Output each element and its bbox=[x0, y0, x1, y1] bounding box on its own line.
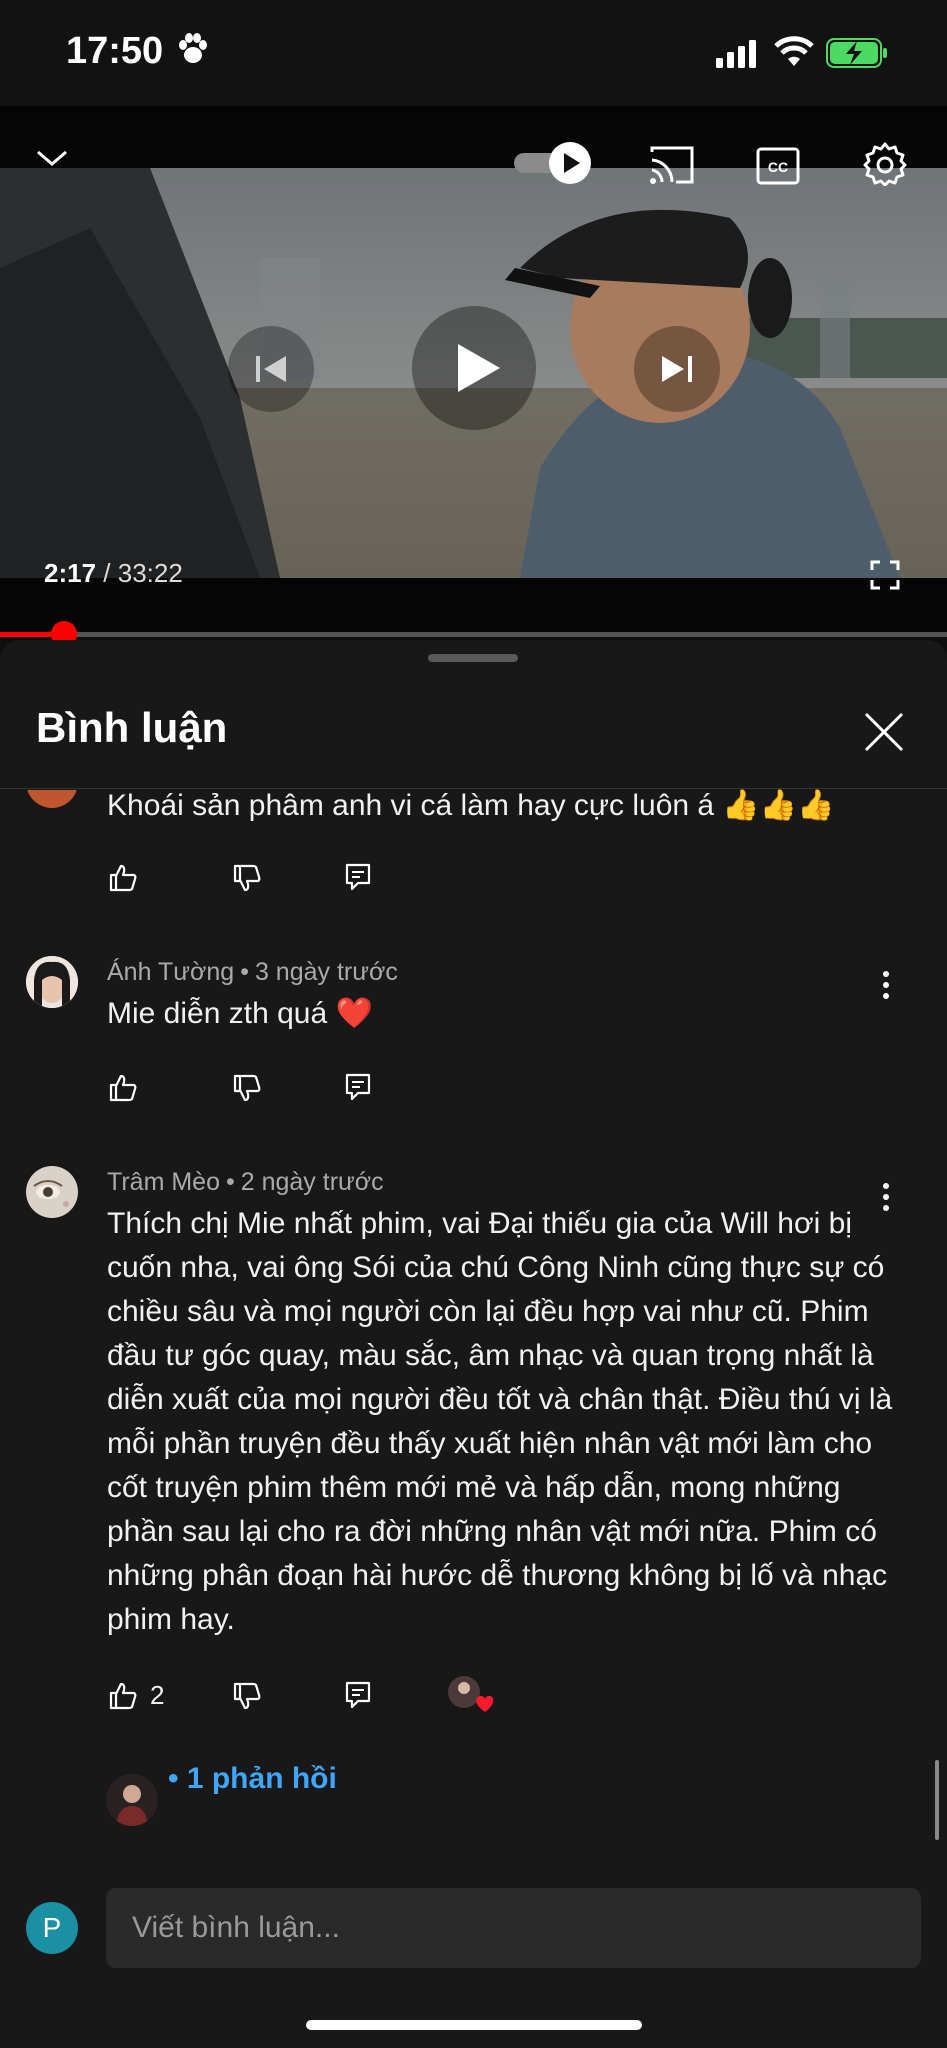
like-icon[interactable] bbox=[108, 1680, 138, 1710]
like-icon[interactable] bbox=[108, 862, 138, 892]
drag-handle[interactable] bbox=[428, 654, 518, 662]
more-options-icon[interactable] bbox=[880, 968, 892, 1002]
total-time: 33:22 bbox=[117, 558, 183, 588]
paw-icon bbox=[179, 33, 207, 63]
scrollbar[interactable] bbox=[935, 1760, 939, 1840]
more-options-icon[interactable] bbox=[880, 1180, 892, 1214]
svg-text:CC: CC bbox=[768, 159, 788, 175]
status-bar: 17:50 bbox=[0, 0, 947, 106]
video-player[interactable]: CC 2:17 / 33:22 bbox=[0, 106, 947, 636]
creator-heart-icon bbox=[448, 1676, 494, 1712]
wifi-icon bbox=[774, 36, 814, 66]
autoplay-play-icon bbox=[514, 142, 591, 184]
status-time: 17:50 bbox=[66, 30, 164, 72]
reply-icon[interactable] bbox=[344, 1072, 372, 1102]
progress-track[interactable] bbox=[0, 632, 947, 637]
close-icon[interactable] bbox=[862, 710, 906, 754]
avatar[interactable] bbox=[26, 956, 78, 1008]
time-separator: / bbox=[103, 558, 111, 588]
comment-meta: Ánh Tường • 3 ngày trước bbox=[107, 958, 398, 986]
comment-author[interactable]: Trâm Mèo bbox=[107, 1168, 220, 1196]
comment-text: Thích chị Mie nhất phim, vai Đại thiếu g… bbox=[107, 1207, 893, 1636]
battery-charging-icon bbox=[826, 38, 887, 68]
dislike-icon[interactable] bbox=[232, 1074, 262, 1104]
cellular-signal-icon bbox=[716, 40, 756, 68]
settings-gear-icon[interactable] bbox=[862, 140, 908, 186]
comment-time: 3 ngày trước bbox=[254, 958, 398, 986]
current-time: 2:17 bbox=[44, 558, 97, 588]
avatar-image bbox=[106, 1774, 158, 1826]
captions-icon[interactable]: CC bbox=[756, 146, 800, 186]
cast-icon[interactable] bbox=[648, 146, 696, 186]
reply-icon[interactable] bbox=[344, 862, 372, 892]
playback-time: 2:17 / 33:22 bbox=[44, 558, 183, 589]
view-replies-link[interactable]: • 1 phản hồi bbox=[168, 1762, 337, 1796]
comments-sheet: Bình luận Khoái sản phâm anh vi cá làm h… bbox=[0, 640, 947, 2048]
autoplay-toggle[interactable] bbox=[512, 140, 594, 186]
previous-icon bbox=[256, 356, 286, 382]
like-count: 2 bbox=[150, 1680, 165, 1710]
comment-text: Mie diễn zth quá ❤️ bbox=[107, 997, 373, 1030]
avatar-image bbox=[26, 956, 78, 1008]
dislike-icon[interactable] bbox=[232, 1682, 262, 1712]
comment-input[interactable] bbox=[106, 1888, 921, 1968]
reply-icon[interactable] bbox=[344, 1680, 372, 1710]
comment-author[interactable]: Ánh Tường bbox=[107, 958, 234, 986]
avatar[interactable] bbox=[26, 1166, 78, 1218]
fullscreen-icon[interactable] bbox=[870, 560, 900, 590]
collapse-chevron-icon[interactable] bbox=[34, 146, 70, 170]
like-icon[interactable] bbox=[108, 1072, 138, 1102]
play-button[interactable] bbox=[412, 306, 536, 430]
next-icon bbox=[662, 356, 692, 382]
comments-title: Bình luận bbox=[36, 704, 228, 751]
next-button[interactable] bbox=[634, 326, 720, 412]
home-indicator[interactable] bbox=[306, 2020, 642, 2030]
play-icon bbox=[458, 344, 500, 392]
user-avatar[interactable]: P bbox=[26, 1902, 78, 1954]
dislike-icon[interactable] bbox=[232, 864, 262, 894]
reply-avatar[interactable] bbox=[106, 1774, 158, 1826]
comment-meta: Trâm Mèo • 2 ngày trước bbox=[107, 1168, 384, 1196]
comment-time: 2 ngày trước bbox=[240, 1168, 384, 1196]
previous-button[interactable] bbox=[228, 326, 314, 412]
comment-text: Khoái sản phâm anh vi cá làm hay cực luô… bbox=[107, 789, 835, 822]
avatar-image bbox=[26, 1166, 78, 1218]
avatar[interactable] bbox=[26, 790, 78, 808]
